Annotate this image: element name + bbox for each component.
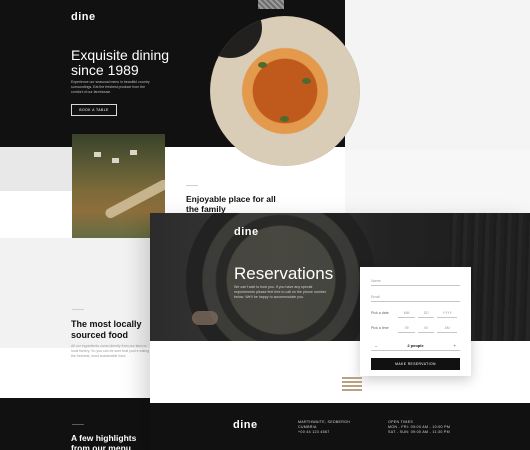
hand-image (192, 311, 218, 325)
time-label: Pick a time (371, 326, 389, 330)
reservations-logo[interactable]: dine (234, 226, 259, 238)
decorative-stripes (342, 377, 362, 391)
reservations-title: Reservations (234, 264, 334, 283)
napkin-image (258, 0, 284, 9)
footer: dine MARTHWAITE, SEDBERGH CUMBRIA +00 44… (150, 403, 530, 450)
date-row: Pick a date MM DD YYYY (371, 308, 460, 318)
time-row: Pick a time 09 00 AM (371, 323, 460, 333)
reservations-description: We can't wait to host you. If you have a… (234, 285, 327, 299)
phone-number: +00 44 123 4567 (298, 430, 330, 434)
landscape-house (94, 152, 101, 157)
landscape-house (112, 158, 119, 163)
home-logo[interactable]: dine (71, 11, 96, 23)
footer-hours: OPEN TIMES MON - FRI: 09:00 AM - 10:00 P… (388, 420, 468, 435)
section-divider (72, 309, 84, 310)
time-hour-input[interactable]: 09 (398, 324, 415, 333)
section-divider (72, 424, 84, 425)
date-year-input[interactable]: YYYY (437, 309, 457, 318)
date-label: Pick a date (371, 311, 389, 315)
section-divider (186, 185, 198, 186)
food-description: All our ingredients come directly from o… (71, 344, 150, 358)
people-count: 2 people (407, 343, 424, 348)
highlights-title: A few highlights from our menu (71, 433, 137, 450)
basil-leaf (280, 116, 289, 122)
name-field[interactable]: Name (371, 276, 460, 286)
people-stepper: – 2 people + (371, 341, 460, 351)
basil-leaf (258, 62, 267, 68)
reservations-hero: dine Reservations We can't wait to host … (150, 213, 530, 341)
reservation-form: Name Email Pick a date MM DD YYYY Pick a… (360, 267, 471, 376)
food-title: The most locally sourced food (71, 319, 142, 340)
decorative-band (0, 147, 72, 191)
make-reservation-button[interactable]: MAKE RESERVATION (371, 358, 460, 370)
book-table-button[interactable]: BOOK A TABLE (71, 104, 117, 116)
email-field[interactable]: Email (371, 292, 460, 302)
time-ampm-select[interactable]: AM (437, 324, 457, 333)
pasta-plate-image (210, 16, 360, 166)
people-increment-button[interactable]: + (454, 343, 456, 348)
time-minute-input[interactable]: 00 (417, 324, 435, 333)
date-day-input[interactable]: DD (417, 309, 435, 318)
reservations-mockup: dine Reservations We can't wait to host … (150, 213, 530, 450)
people-decrement-button[interactable]: – (375, 343, 377, 348)
footer-logo[interactable]: dine (233, 419, 258, 431)
about-title: Enjoyable place for all the family (186, 194, 276, 214)
date-month-input[interactable]: MM (398, 309, 415, 318)
hours-weekend: SAT - SUN: 09:00 AM - 11:30 PM (388, 430, 450, 434)
home-hero-title: Exquisite dining since 1989 (71, 47, 170, 78)
basil-leaf (302, 78, 311, 84)
footer-address: MARTHWAITE, SEDBERGH CUMBRIA +00 44 123 … (298, 420, 358, 435)
home-hero-description: Experience our seasonal menu in beautifu… (71, 80, 150, 94)
plate-shadow (210, 16, 262, 58)
background-panel (345, 150, 530, 213)
landscape-house (130, 150, 137, 155)
